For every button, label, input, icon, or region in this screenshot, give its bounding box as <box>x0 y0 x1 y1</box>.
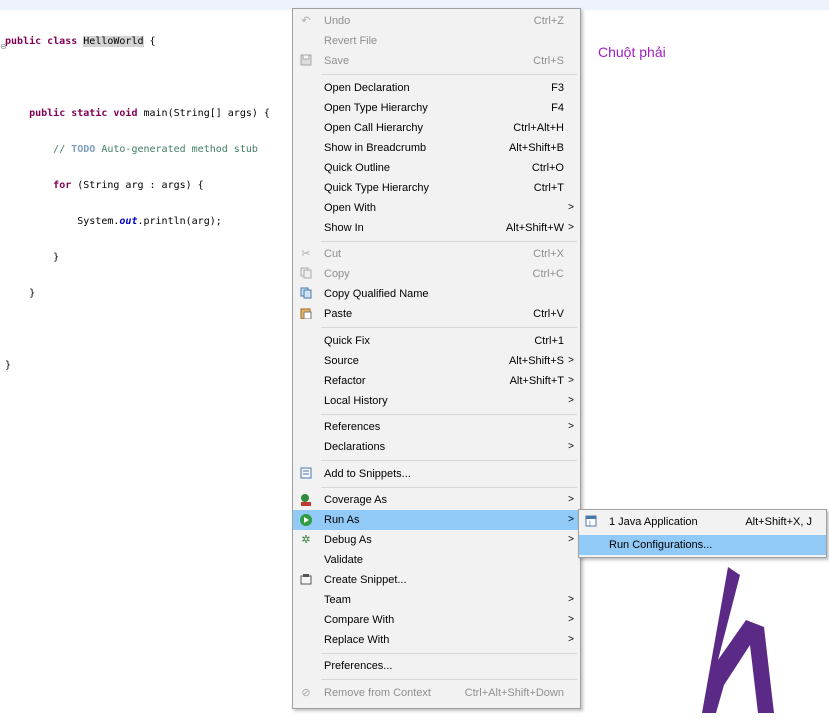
menu-item-compare-with[interactable]: Compare With > <box>293 610 580 630</box>
menu-separator <box>321 74 577 75</box>
menu-separator <box>321 460 577 461</box>
menu-item-save[interactable]: Save Ctrl+S <box>293 51 580 71</box>
menu-separator <box>321 487 577 488</box>
menu-item-copy[interactable]: Copy Ctrl+C <box>293 264 580 284</box>
menu-item-open-call-hierarchy[interactable]: Open Call Hierarchy Ctrl+Alt+H <box>293 118 580 138</box>
create-snippet-icon <box>299 573 313 587</box>
debug-icon: ✲ <box>301 534 311 546</box>
menu-separator <box>321 241 577 242</box>
chevron-right-icon: > <box>568 514 574 525</box>
menu-item-quick-type-hierarchy[interactable]: Quick Type Hierarchy Ctrl+T <box>293 178 580 198</box>
menu-item-run-as[interactable]: Run As > <box>293 510 580 530</box>
menu-item-cut[interactable]: ✂ Cut Ctrl+X <box>293 244 580 264</box>
chevron-right-icon: > <box>568 202 574 213</box>
chevron-right-icon: > <box>568 594 574 605</box>
code-text[interactable]: public class HelloWorld { public static … <box>5 12 270 396</box>
menu-item-refactor[interactable]: Refactor Alt+Shift+T > <box>293 371 580 391</box>
java-application-icon: J <box>585 515 599 529</box>
chevron-right-icon: > <box>568 222 574 233</box>
copy-qualified-name-icon <box>299 287 313 301</box>
menu-item-paste[interactable]: Paste Ctrl+V <box>293 304 580 324</box>
menu-item-undo[interactable]: ↶ Undo Ctrl+Z <box>293 11 580 31</box>
code-line-3: public static void main(String[] args) { <box>29 108 270 119</box>
menu-item-references[interactable]: References > <box>293 417 580 437</box>
code-line-7: } <box>53 252 60 263</box>
menu-item-quick-fix[interactable]: Quick Fix Ctrl+1 <box>293 331 580 351</box>
code-line-8: } <box>29 288 36 299</box>
cut-icon: ✂ <box>301 248 311 260</box>
chevron-right-icon: > <box>568 421 574 432</box>
menu-item-show-in-breadcrumb[interactable]: Show in Breadcrumb Alt+Shift+B <box>293 138 580 158</box>
menu-item-add-to-snippets[interactable]: Add to Snippets... <box>293 464 580 484</box>
menu-item-remove-from-context[interactable]: ⊘ Remove from Context Ctrl+Alt+Shift+Dow… <box>293 683 580 703</box>
chevron-right-icon: > <box>568 375 574 386</box>
save-icon <box>299 54 313 68</box>
chevron-right-icon: > <box>568 534 574 545</box>
menu-item-preferences[interactable]: Preferences... <box>293 656 580 676</box>
menu-item-source[interactable]: Source Alt+Shift+S > <box>293 351 580 371</box>
code-line-4: // TODO Auto-generated method stub <box>53 144 258 155</box>
right-click-annotation: Chuột phải <box>598 44 666 60</box>
copy-icon <box>299 267 313 281</box>
menu-item-create-snippet[interactable]: Create Snippet... <box>293 570 580 590</box>
menu-item-local-history[interactable]: Local History > <box>293 391 580 411</box>
menu-item-show-in[interactable]: Show In Alt+Shift+W > <box>293 218 580 238</box>
menu-separator <box>321 653 577 654</box>
menu-item-open-with[interactable]: Open With > <box>293 198 580 218</box>
run-as-submenu: J 1 Java Application Alt+Shift+X, J Run … <box>578 509 827 558</box>
remove-context-icon: ⊘ <box>301 687 311 699</box>
svg-text:J: J <box>588 520 591 527</box>
brand-logo-icon <box>702 567 774 713</box>
chevron-right-icon: > <box>568 614 574 625</box>
code-line-6: System.out.println(arg); <box>77 216 222 227</box>
run-icon <box>299 513 313 527</box>
code-line-1: public class HelloWorld { <box>5 36 156 47</box>
menu-item-replace-with[interactable]: Replace With > <box>293 630 580 650</box>
menu-separator <box>321 414 577 415</box>
menu-item-team[interactable]: Team > <box>293 590 580 610</box>
menu-separator <box>321 679 577 680</box>
menu-item-validate[interactable]: Validate <box>293 550 580 570</box>
chevron-right-icon: > <box>568 355 574 366</box>
menu-item-copy-qualified-name[interactable]: Copy Qualified Name <box>293 284 580 304</box>
menu-item-debug-as[interactable]: ✲ Debug As > <box>293 530 580 550</box>
code-line-10: } <box>5 360 12 371</box>
menu-item-open-type-hierarchy[interactable]: Open Type Hierarchy F4 <box>293 98 580 118</box>
submenu-item-java-application[interactable]: J 1 Java Application Alt+Shift+X, J <box>579 512 826 532</box>
menu-separator <box>321 327 577 328</box>
menu-item-quick-outline[interactable]: Quick Outline Ctrl+O <box>293 158 580 178</box>
chevron-right-icon: > <box>568 494 574 505</box>
menu-item-declarations[interactable]: Declarations > <box>293 437 580 457</box>
undo-icon: ↶ <box>301 15 311 27</box>
chevron-right-icon: > <box>568 395 574 406</box>
submenu-item-run-configurations[interactable]: Run Configurations... <box>579 535 826 555</box>
selected-class-name: HelloWorld <box>83 36 144 47</box>
coverage-icon <box>299 493 313 507</box>
paste-icon <box>299 307 313 321</box>
snippet-icon <box>299 467 313 481</box>
menu-item-revert-file[interactable]: Revert File <box>293 31 580 51</box>
chevron-right-icon: > <box>568 441 574 452</box>
code-line-5: for (String arg : args) { <box>53 180 204 191</box>
menu-item-open-declaration[interactable]: Open Declaration F3 <box>293 78 580 98</box>
chevron-right-icon: > <box>568 634 574 645</box>
menu-item-coverage-as[interactable]: Coverage As > <box>293 490 580 510</box>
context-menu: ↶ Undo Ctrl+Z Revert File Save Ctrl+S Op… <box>292 8 581 709</box>
